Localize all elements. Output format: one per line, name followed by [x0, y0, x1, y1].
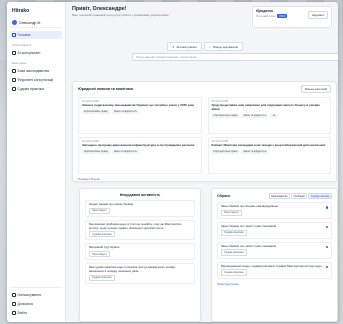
search-input[interactable]: Пошук законів, судової практики, консуль… [132, 53, 338, 61]
favorite-action-button[interactable]: Переглянути [221, 209, 242, 216]
plan-badge: PRO [277, 14, 288, 18]
sidebar-item-logout[interactable]: Вийти [10, 309, 62, 317]
favorite-item[interactable]: Закон України про захист прав споживачів… [217, 221, 332, 239]
favorite-action-button[interactable]: Судова практика [221, 249, 247, 256]
section-base: База знань [12, 61, 27, 65]
doc-icon [12, 78, 16, 82]
user-profile[interactable]: Олександр М. [10, 18, 62, 28]
tab-legislation[interactable]: Законодавство [268, 193, 291, 199]
bookmark-icon[interactable] [325, 265, 328, 269]
favorite-item[interactable]: Закон України про захист прав споживачів… [217, 241, 332, 259]
tag: Зміни та відкритість [111, 149, 139, 154]
tab-caselaw[interactable]: Судова практика [308, 193, 332, 199]
favorite-item[interactable]: Закон України про місцеве самоврядування… [217, 202, 332, 219]
logout-icon [12, 311, 16, 315]
app-logo: Hitrako [12, 8, 30, 14]
favorites-card: Обране Законодавство Посібники Судова пр… [211, 188, 338, 322]
view-all-link[interactable]: Переглянути все [217, 282, 332, 286]
favorite-action-button[interactable]: Судова практика [221, 229, 247, 236]
sidebar-item-legislation[interactable]: База законодавства [10, 67, 62, 75]
news-item[interactable]: 20 липня 2025 Кабінет Міністрів затверди… [207, 137, 331, 174]
chat-icon [12, 51, 16, 55]
sidebar-item-help[interactable]: Допомога [10, 300, 62, 308]
account-card: Юридична Поточний план PRO Керувати [252, 6, 332, 28]
sidebar-bottom: Налаштування Допомога Вийти [10, 287, 62, 318]
gear-icon [12, 293, 16, 297]
tag: Корпоративне право [82, 109, 110, 114]
activity-action-button[interactable]: Судова практика [89, 231, 115, 238]
tag: Корпоративне право [211, 113, 240, 118]
activity-item[interactable]: Яка виникає проблема щодо зі статтею пен… [85, 219, 195, 241]
home-icon [12, 33, 16, 37]
activity-item[interactable]: Яка судова практика щодо стягнення пені … [85, 263, 195, 284]
news-item[interactable]: 15 липня 2025 Зміни в податковому законо… [78, 97, 202, 134]
search-icon: ⌕ [209, 44, 211, 49]
app-window: Hitrako Олександр М. Головна AI-інструме… [7, 2, 338, 322]
tag: Зміни та відкритість [241, 113, 269, 118]
bookmark-icon[interactable] [325, 206, 328, 209]
sidebar-item-home[interactable]: Головна [10, 31, 62, 39]
activity-item[interactable]: Кодекс законів про працю України Перегля… [85, 200, 195, 217]
more-categories-button[interactable]: Більше категорій [301, 85, 331, 93]
favorites-title: Обране [217, 194, 231, 198]
tag: Корпоративне право [82, 149, 110, 154]
tab-doc-search[interactable]: ⌕ Пошук документів [204, 42, 243, 51]
section-tools: AI-інструменти [12, 43, 32, 47]
sidebar-item-settings[interactable]: Налаштування [10, 291, 62, 299]
activity-action-button[interactable]: Судова практика [89, 274, 115, 281]
tag: +2 [270, 113, 278, 118]
search-bar: Пошук законів, судової практики, консуль… [132, 53, 338, 61]
news-title: Юридичні новини та аналітика [78, 87, 133, 91]
sparkle-icon: ✦ [172, 44, 175, 49]
sidebar: Hitrako Олександр М. Головна AI-інструме… [7, 2, 66, 322]
tab-ai-consultant[interactable]: ✦ AI-консультант [167, 42, 203, 51]
user-name: Олександр М. [19, 20, 42, 25]
favorite-action-button[interactable]: Судова практика [221, 269, 247, 276]
scale-icon [12, 87, 16, 91]
activity-card: Нещодавня активність Кодекс законів про … [79, 188, 201, 322]
avatar [12, 20, 17, 25]
mode-tabs: ✦ AI-консультант ⌕ Пошук документів [167, 42, 243, 51]
book-icon [12, 69, 16, 73]
show-more-link[interactable]: Показати більше [78, 177, 331, 181]
tag: Корпоративне право [211, 149, 240, 154]
news-item[interactable]: 24 липня 2025 Запущено програму відновле… [78, 137, 202, 174]
tag: Зміни та відкритість [111, 109, 139, 114]
bookmark-icon[interactable] [325, 245, 328, 249]
help-icon [12, 302, 16, 306]
activity-title: Нещодавня активність [119, 193, 161, 197]
activity-action-button[interactable]: Переглянути [89, 251, 110, 258]
bookmark-icon[interactable] [325, 225, 328, 229]
favorites-tabs: Законодавство Посібники Судова практика [268, 193, 332, 199]
news-item[interactable]: 05 липня 2025 Уряд представив нові ініці… [207, 97, 331, 134]
sidebar-item-ai[interactable]: AI-консультант [10, 49, 62, 57]
news-card: Юридичні новини та аналітика Більше кате… [72, 81, 337, 182]
tab-guides[interactable]: Посібники [291, 193, 308, 199]
sidebar-item-caselaw[interactable]: Судова практика [10, 85, 62, 93]
news-grid: 15 липня 2025 Зміни в податковому законо… [78, 97, 331, 174]
sidebar-item-consultations[interactable]: Федотатні консультації [10, 76, 62, 84]
tag: Зміни та відкритість [241, 149, 269, 154]
activity-item[interactable]: Верховний Суд України Переглянути [85, 243, 195, 261]
manage-plan-button[interactable]: Керувати [308, 11, 328, 19]
activity-action-button[interactable]: Переглянути [89, 207, 110, 214]
favorite-item[interactable]: Відшкодування шкоди у адміністративних с… [217, 261, 332, 279]
